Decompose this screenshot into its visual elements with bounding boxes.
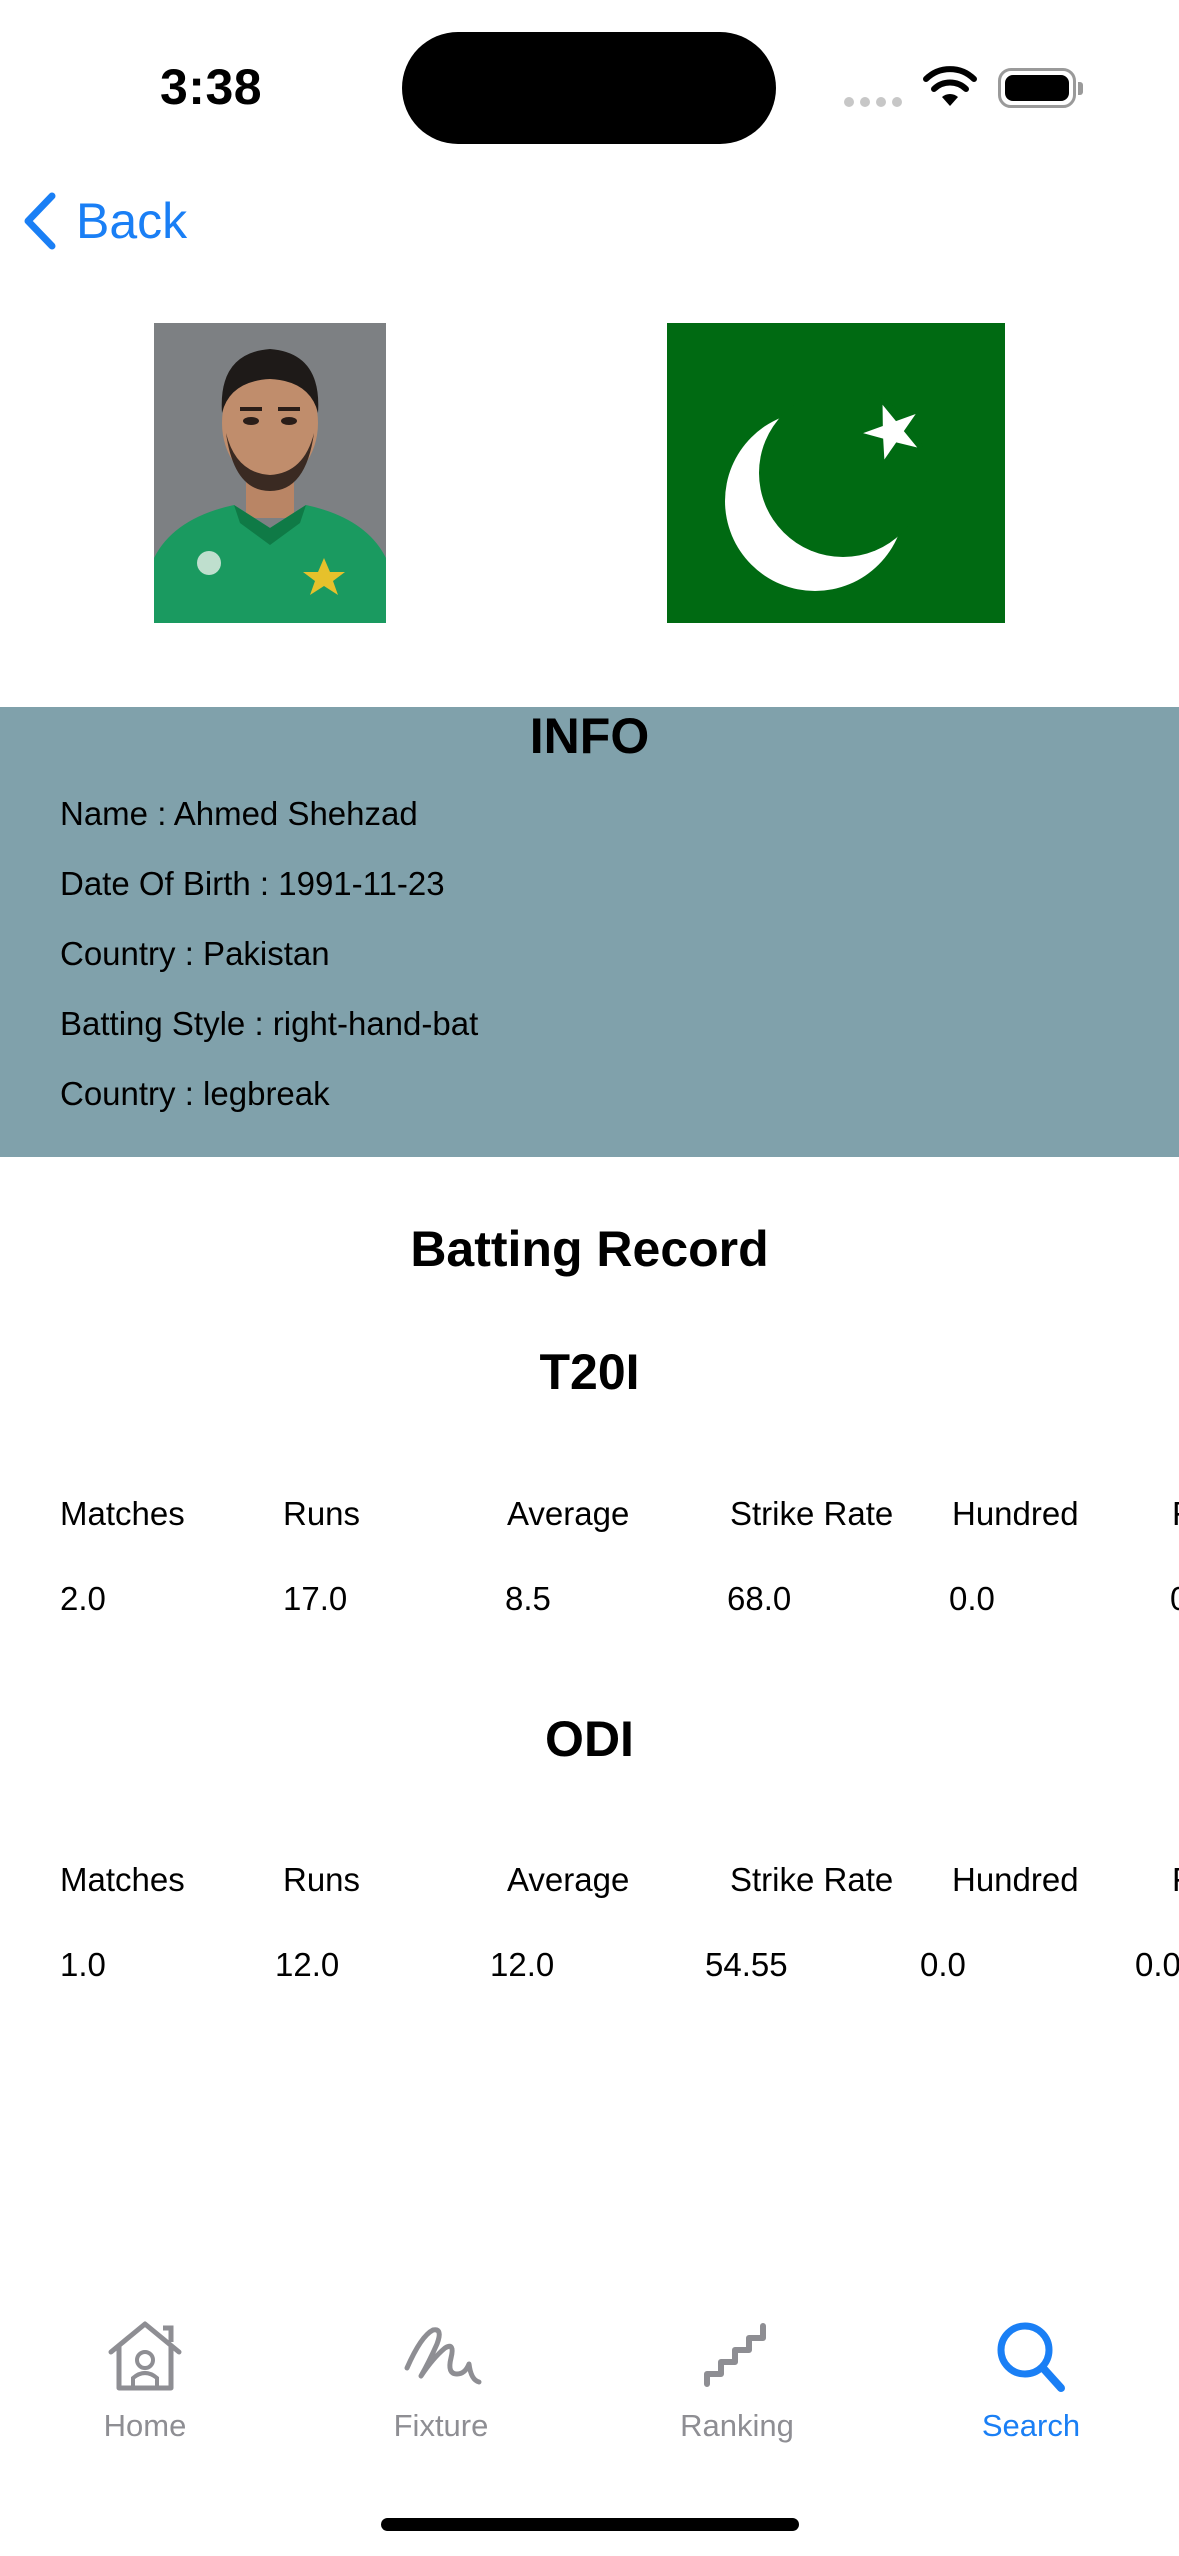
search-icon [997, 2322, 1065, 2392]
format-title-odi: ODI [545, 1711, 634, 1767]
table-header: Runs [283, 1495, 361, 1532]
table-cell: 0.0 [1135, 1946, 1179, 1983]
back-button[interactable]: Back [22, 192, 187, 250]
dynamic-island [402, 32, 776, 144]
info-name: Name : Ahmed Shehzad [60, 795, 418, 832]
format-title-t20i: T20I [539, 1344, 640, 1400]
back-label: Back [76, 193, 188, 249]
batting-record-title: Batting Record [410, 1221, 769, 1277]
table-header: Strike Rate [730, 1495, 894, 1532]
status-time: 3:38 [160, 59, 263, 115]
tab-fixture[interactable]: Fixture [351, 2318, 531, 2444]
info-panel: INFO Name : Ahmed Shehzad Date Of Birth … [0, 707, 1179, 1157]
table-cell: 54.55 [705, 1946, 788, 1983]
info-country: Country : Pakistan [60, 935, 330, 972]
tab-label: Ranking [680, 2408, 794, 2443]
home-indicator [381, 2518, 799, 2531]
scribble-icon [404, 2327, 482, 2385]
table-cell: 2.0 [60, 1580, 106, 1617]
table-cell: 0.0 [949, 1580, 995, 1617]
table-cell: 0 [1170, 1580, 1179, 1618]
table-header: Runs [283, 1861, 361, 1898]
table-header: Matches [60, 1495, 185, 1532]
table-header: Strike Rate [730, 1861, 894, 1898]
table-header-clipped: F [1172, 1861, 1179, 1899]
stairs-icon [704, 2323, 766, 2387]
country-flag [667, 323, 1005, 623]
tab-ranking[interactable]: Ranking [647, 2318, 827, 2444]
table-cell: 12.0 [275, 1946, 340, 1983]
info-batting-style: Batting Style : right-hand-bat [60, 1005, 479, 1042]
table-cell: 68.0 [727, 1580, 792, 1617]
tab-home[interactable]: Home [55, 2318, 235, 2444]
table-cell: 17.0 [283, 1580, 348, 1617]
table-header: Matches [60, 1861, 185, 1898]
tab-label: Search [981, 2408, 1081, 2443]
table-header: Hundred [952, 1861, 1079, 1898]
tab-label: Fixture [393, 2408, 489, 2443]
info-dob: Date Of Birth : 1991-11-23 [60, 865, 445, 902]
wifi-icon [922, 66, 978, 113]
tab-label: Home [103, 2408, 187, 2443]
table-cell: 12.0 [490, 1946, 555, 1983]
info-bowling-style: Country : legbreak [60, 1075, 330, 1112]
battery-icon [998, 68, 1083, 108]
chevron-left-icon [24, 192, 56, 250]
house-icon [108, 2321, 182, 2391]
table-header: Hundred [952, 1495, 1079, 1532]
table-header: Average [507, 1495, 630, 1532]
table-cell: 1.0 [60, 1946, 106, 1983]
info-title: INFO [529, 708, 650, 764]
table-header: Average [507, 1861, 630, 1898]
player-photo [154, 323, 386, 623]
table-cell: 0.0 [920, 1946, 966, 1983]
table-header-clipped: F [1172, 1495, 1179, 1533]
tab-search[interactable]: Search [941, 2318, 1121, 2444]
cellular-signal-icon [844, 94, 908, 112]
table-cell: 8.5 [505, 1580, 551, 1617]
